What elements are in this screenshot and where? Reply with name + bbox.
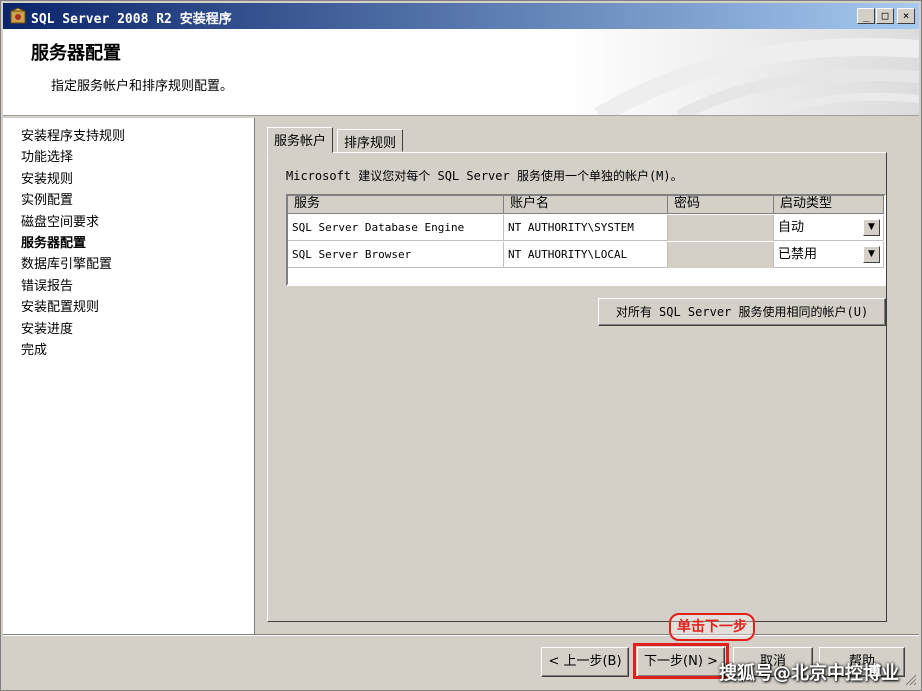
page-header: 服务器配置 指定服务帐户和排序规则配置。 (3, 29, 919, 116)
column-header-account[interactable]: 账户名 (504, 196, 668, 214)
startup-type-select[interactable]: 已禁用 ▼ (774, 242, 884, 268)
installer-window: SQL Server 2008 R2 安装程序 _ □ × 服务器配置 指定服务… (0, 0, 922, 691)
startup-type-value: 已禁用 (778, 247, 818, 262)
account-name-field[interactable]: NT AUTHORITY\SYSTEM (504, 215, 668, 241)
step-item-progress[interactable]: 安装进度 (21, 319, 254, 340)
service-accounts-panel: Microsoft 建议您对每个 SQL Server 服务使用一个单独的帐户(… (267, 152, 887, 622)
step-item-feature-selection[interactable]: 功能选择 (21, 147, 254, 168)
watermark-text: 搜狐号@北京中控博业 (719, 663, 899, 684)
dropdown-arrow-icon[interactable]: ▼ (863, 246, 880, 263)
tab-service-accounts[interactable]: 服务帐户 (267, 127, 334, 153)
step-item-instance-config[interactable]: 实例配置 (21, 190, 254, 211)
column-header-service[interactable]: 服务 (288, 196, 504, 214)
grid-header: 服务 账户名 密码 启动类型 (288, 196, 884, 214)
column-header-startup[interactable]: 启动类型 (774, 196, 884, 214)
service-name-cell: SQL Server Database Engine (288, 215, 504, 241)
step-item-db-engine-config[interactable]: 数据库引擎配置 (21, 254, 254, 275)
password-field[interactable] (668, 242, 774, 268)
step-sidebar: 安装程序支持规则 功能选择 安装规则 实例配置 磁盘空间要求 服务器配置 数据库… (3, 118, 255, 634)
step-item-install-rules[interactable]: 安装规则 (21, 169, 254, 190)
back-button-label: < 上一步(B) (548, 654, 622, 669)
minimize-button[interactable]: _ (857, 8, 875, 24)
step-list: 安装程序支持规则 功能选择 安装规则 实例配置 磁盘空间要求 服务器配置 数据库… (3, 118, 254, 361)
page-title: 服务器配置 (31, 43, 121, 64)
step-item-error-reporting[interactable]: 错误报告 (21, 276, 254, 297)
use-same-account-button[interactable]: 对所有 SQL Server 服务使用相同的帐户(U) (598, 298, 886, 326)
column-header-password[interactable]: 密码 (668, 196, 774, 214)
step-item-complete[interactable]: 完成 (21, 340, 254, 361)
click-next-callout: 单击下一步 (669, 613, 755, 641)
main-content: 服务帐户 排序规则 Microsoft 建议您对每个 SQL Server 服务… (257, 118, 919, 634)
resize-grip-icon[interactable] (903, 672, 917, 686)
startup-type-select[interactable]: 自动 ▼ (774, 215, 884, 241)
close-button[interactable]: × (897, 8, 915, 24)
back-button[interactable]: < 上一步(B) (541, 647, 629, 677)
recommendation-text: Microsoft 建议您对每个 SQL Server 服务使用一个单独的帐户(… (286, 169, 683, 183)
page-subtitle: 指定服务帐户和排序规则配置。 (51, 79, 234, 94)
step-item-disk-space[interactable]: 磁盘空间要求 (21, 212, 254, 233)
step-item-config-rules[interactable]: 安装配置规则 (21, 297, 254, 318)
step-item-server-config[interactable]: 服务器配置 (21, 233, 254, 254)
header-decoration (559, 29, 919, 115)
table-row[interactable]: SQL Server Browser NT AUTHORITY\LOCAL 已禁… (288, 242, 884, 268)
service-name-cell: SQL Server Browser (288, 242, 504, 268)
footer-divider (3, 634, 919, 636)
tab-collation[interactable]: 排序规则 (337, 129, 404, 152)
service-accounts-grid: 服务 账户名 密码 启动类型 SQL Server Database Engin… (286, 194, 886, 286)
window-title: SQL Server 2008 R2 安装程序 (31, 12, 232, 27)
dropdown-arrow-icon[interactable]: ▼ (863, 219, 880, 236)
title-bar[interactable]: SQL Server 2008 R2 安装程序 _ □ × (3, 3, 919, 29)
password-field[interactable] (668, 215, 774, 241)
maximize-button[interactable]: □ (876, 8, 894, 24)
step-item-support-rules[interactable]: 安装程序支持规则 (21, 126, 254, 147)
next-button-highlight (633, 643, 729, 679)
sql-server-icon (10, 7, 26, 24)
account-name-field[interactable]: NT AUTHORITY\LOCAL (504, 242, 668, 268)
table-row[interactable]: SQL Server Database Engine NT AUTHORITY\… (288, 215, 884, 241)
startup-type-value: 自动 (778, 220, 805, 235)
